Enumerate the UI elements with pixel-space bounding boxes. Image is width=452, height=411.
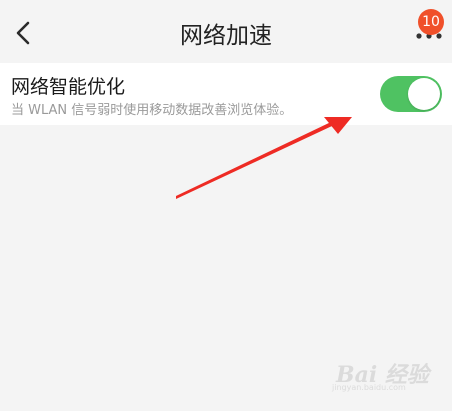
back-button[interactable] <box>6 16 40 50</box>
header-bar: 网络加速 10 <box>0 0 452 62</box>
more-button[interactable]: 10 <box>410 9 448 52</box>
chevron-left-icon <box>16 21 30 45</box>
setting-label: 网络智能优化 <box>11 76 126 98</box>
toggle-knob <box>408 78 440 110</box>
setting-description: 当 WLAN 信号弱时使用移动数据改善浏览体验。 <box>11 103 293 118</box>
watermark-sub: jingyan.baidu.com <box>332 383 406 392</box>
setting-row-network-optimization[interactable]: 网络智能优化 当 WLAN 信号弱时使用移动数据改善浏览体验。 <box>0 63 452 125</box>
notification-badge: 10 <box>418 9 444 35</box>
baidu-watermark: Bai 经验 jingyan.baidu.com <box>332 350 432 392</box>
optimization-toggle[interactable] <box>380 76 442 112</box>
page-title: 网络加速 <box>180 23 272 49</box>
